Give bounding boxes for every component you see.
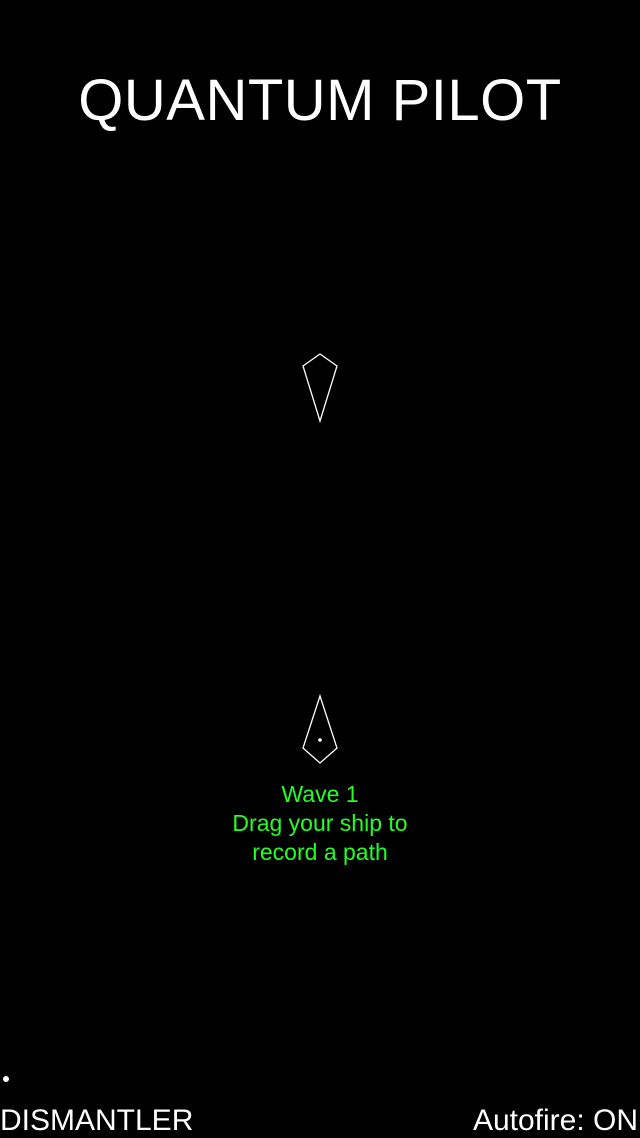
status-dot [3,1076,9,1082]
player-ship[interactable] [300,692,340,768]
weapon-label[interactable]: DISMANTLER [0,1104,193,1138]
wave-label: Wave 1 [281,781,359,807]
autofire-toggle[interactable]: Autofire: ON [473,1104,638,1138]
wave-instructions: Wave 1 Drag your ship to record a path [0,780,640,867]
instruction-line-1: Drag your ship to [232,810,408,836]
enemy-ship [302,353,338,424]
instruction-line-2: record a path [252,839,388,865]
game-title: QUANTUM PILOT [78,68,562,133]
